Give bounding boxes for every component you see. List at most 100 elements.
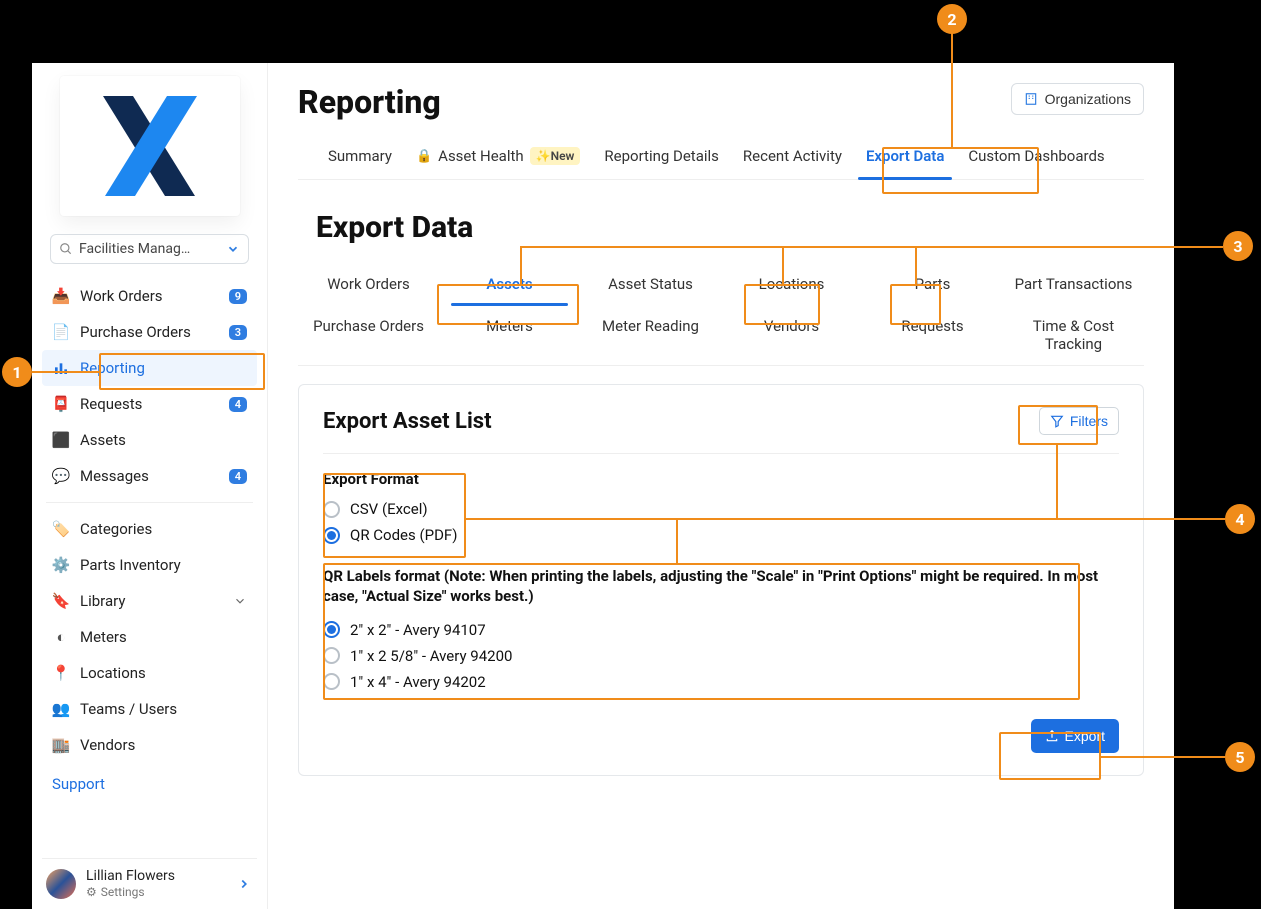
- badge: 9: [229, 289, 247, 304]
- leader-4-h: [466, 518, 1225, 520]
- tab-recent-activity[interactable]: Recent Activity: [743, 147, 842, 179]
- subtab-vendors[interactable]: Vendors: [721, 305, 862, 365]
- nav-label: Categories: [80, 520, 152, 538]
- nav-label: Parts Inventory: [80, 556, 181, 574]
- nav-label: Requests: [80, 395, 142, 413]
- radio-icon: [323, 673, 340, 690]
- nav-requests[interactable]: 📮 Requests 4: [42, 386, 257, 422]
- tab-custom-dashboards[interactable]: Custom Dashboards: [968, 147, 1104, 179]
- format-title: Export Format: [323, 470, 1119, 488]
- radio-label: 1" x 4" - Avery 94202: [350, 673, 486, 691]
- gauge-icon: ◐: [52, 628, 70, 646]
- subtab-parts[interactable]: Parts: [862, 263, 1003, 305]
- users-icon: 👥: [52, 700, 70, 718]
- nav-label: Assets: [80, 431, 126, 449]
- tray-icon: 📮: [52, 395, 70, 413]
- leader-4-v2: [676, 518, 678, 563]
- nav-locations[interactable]: 📍Locations: [42, 655, 257, 691]
- pin-icon: 📍: [52, 664, 70, 682]
- radio-qr[interactable]: QR Codes (PDF): [323, 522, 1119, 548]
- button-label: Export: [1065, 728, 1105, 744]
- nav-vendors[interactable]: 🏬Vendors: [42, 727, 257, 763]
- search-icon: [59, 242, 73, 256]
- section-title: Export Data: [316, 210, 1144, 245]
- callout-1: 1: [2, 357, 32, 387]
- nav-messages[interactable]: 💬Messages4: [42, 458, 257, 494]
- support-link[interactable]: Support: [42, 763, 257, 805]
- avatar: [46, 869, 76, 899]
- badge: 3: [229, 325, 247, 340]
- file-icon: 📄: [52, 323, 70, 341]
- nav-label: Vendors: [80, 736, 135, 754]
- radio-qr-size-1[interactable]: 2" x 2" - Avery 94107: [323, 617, 1119, 643]
- page-title: Reporting: [298, 83, 441, 121]
- radio-label: 1" x 2 5/8" - Avery 94200: [350, 647, 512, 665]
- subtab-purchase-orders[interactable]: Purchase Orders: [298, 305, 439, 365]
- leader-3-v2: [782, 246, 784, 284]
- export-button[interactable]: Export: [1031, 719, 1119, 753]
- organizations-button[interactable]: Organizations: [1011, 83, 1144, 115]
- subtab-time-cost[interactable]: Time & Cost Tracking: [1003, 305, 1144, 365]
- user-name: Lillian Flowers: [86, 869, 175, 884]
- grid-icon: ⬛: [52, 431, 70, 449]
- badge: 4: [229, 469, 247, 484]
- radio-icon: [323, 527, 340, 544]
- radio-label: CSV (Excel): [350, 500, 428, 518]
- subtab-assets[interactable]: Assets: [439, 263, 580, 305]
- export-card: Export Asset List Filters Export Format …: [298, 384, 1144, 776]
- qr-note: QR Labels format (Note: When printing th…: [323, 566, 1119, 607]
- badge: 4: [229, 397, 247, 412]
- tab-summary[interactable]: Summary: [328, 147, 392, 179]
- nav-label: Teams / Users: [80, 700, 177, 718]
- nav-primary: 📥 Work Orders 9 📄 Purchase Orders 3 Reportin…: [42, 278, 257, 494]
- tag-icon: 🏷️: [52, 520, 70, 538]
- nav-categories[interactable]: 🏷️ Categories: [42, 511, 257, 547]
- nav-label: Purchase Orders: [80, 323, 191, 341]
- nav-assets[interactable]: ⬛ Assets: [42, 422, 257, 458]
- new-badge: ✨New: [530, 147, 581, 165]
- nav-library[interactable]: 🔖 Library: [42, 583, 257, 619]
- sidebar: Facilities Manag… 📥 Work Orders 9 📄 Purchas…: [32, 63, 268, 909]
- radio-icon: [323, 501, 340, 518]
- subtab-meters[interactable]: Meters: [439, 305, 580, 365]
- subtab-meter-reading[interactable]: Meter Reading: [580, 305, 721, 365]
- button-label: Organizations: [1045, 91, 1131, 107]
- tab-reporting-details[interactable]: Reporting Details: [604, 147, 719, 179]
- nav-reporting[interactable]: Reporting: [42, 350, 257, 386]
- bookmark-icon: 🔖: [52, 592, 70, 610]
- divider: [46, 502, 253, 503]
- inbox-icon: 📥: [52, 287, 70, 305]
- subtab-work-orders[interactable]: Work Orders: [298, 263, 439, 305]
- radio-qr-size-3[interactable]: 1" x 4" - Avery 94202: [323, 669, 1119, 695]
- filter-icon: [1050, 414, 1064, 428]
- main-content: Reporting Organizations Summary 🔒 Asset …: [268, 63, 1174, 909]
- user-settings-link[interactable]: ⚙Settings: [86, 885, 175, 899]
- subtab-locations[interactable]: Locations: [721, 263, 862, 305]
- chevron-down-icon: [233, 594, 247, 608]
- export-subtabs: Work Orders Assets Asset Status Location…: [298, 263, 1144, 366]
- callout-5: 5: [1225, 742, 1255, 772]
- subtab-asset-status[interactable]: Asset Status: [580, 263, 721, 305]
- callout-2: 2: [937, 4, 967, 34]
- radio-icon: [323, 647, 340, 664]
- chart-icon: [52, 360, 70, 376]
- org-selector[interactable]: Facilities Manag…: [50, 234, 249, 264]
- nav-teams[interactable]: 👥 Teams / Users: [42, 691, 257, 727]
- app-logo: [60, 76, 240, 216]
- nav-work-orders[interactable]: 📥 Work Orders 9: [42, 278, 257, 314]
- radio-qr-size-2[interactable]: 1" x 2 5/8" - Avery 94200: [323, 643, 1119, 669]
- nav-label: Work Orders: [80, 287, 163, 305]
- user-footer[interactable]: Lillian Flowers ⚙Settings: [42, 858, 257, 909]
- nav-parts-inventory[interactable]: ⚙️Parts Inventory: [42, 547, 257, 583]
- app-frame: Facilities Manag… 📥 Work Orders 9 📄 Purchas…: [32, 63, 1174, 909]
- leader-3-v3: [915, 246, 917, 284]
- report-tabs: Summary 🔒 Asset Health ✨New Reporting De…: [298, 147, 1144, 180]
- nav-label: Library: [80, 592, 125, 610]
- subtab-requests[interactable]: Requests: [862, 305, 1003, 365]
- filters-button[interactable]: Filters: [1039, 407, 1119, 435]
- nav-purchase-orders[interactable]: 📄 Purchase Orders 3: [42, 314, 257, 350]
- tab-export-data[interactable]: Export Data: [866, 147, 944, 179]
- tab-asset-health[interactable]: 🔒 Asset Health ✨New: [416, 147, 580, 179]
- nav-meters[interactable]: ◐Meters: [42, 619, 257, 655]
- subtab-part-transactions[interactable]: Part Transactions: [1003, 263, 1144, 305]
